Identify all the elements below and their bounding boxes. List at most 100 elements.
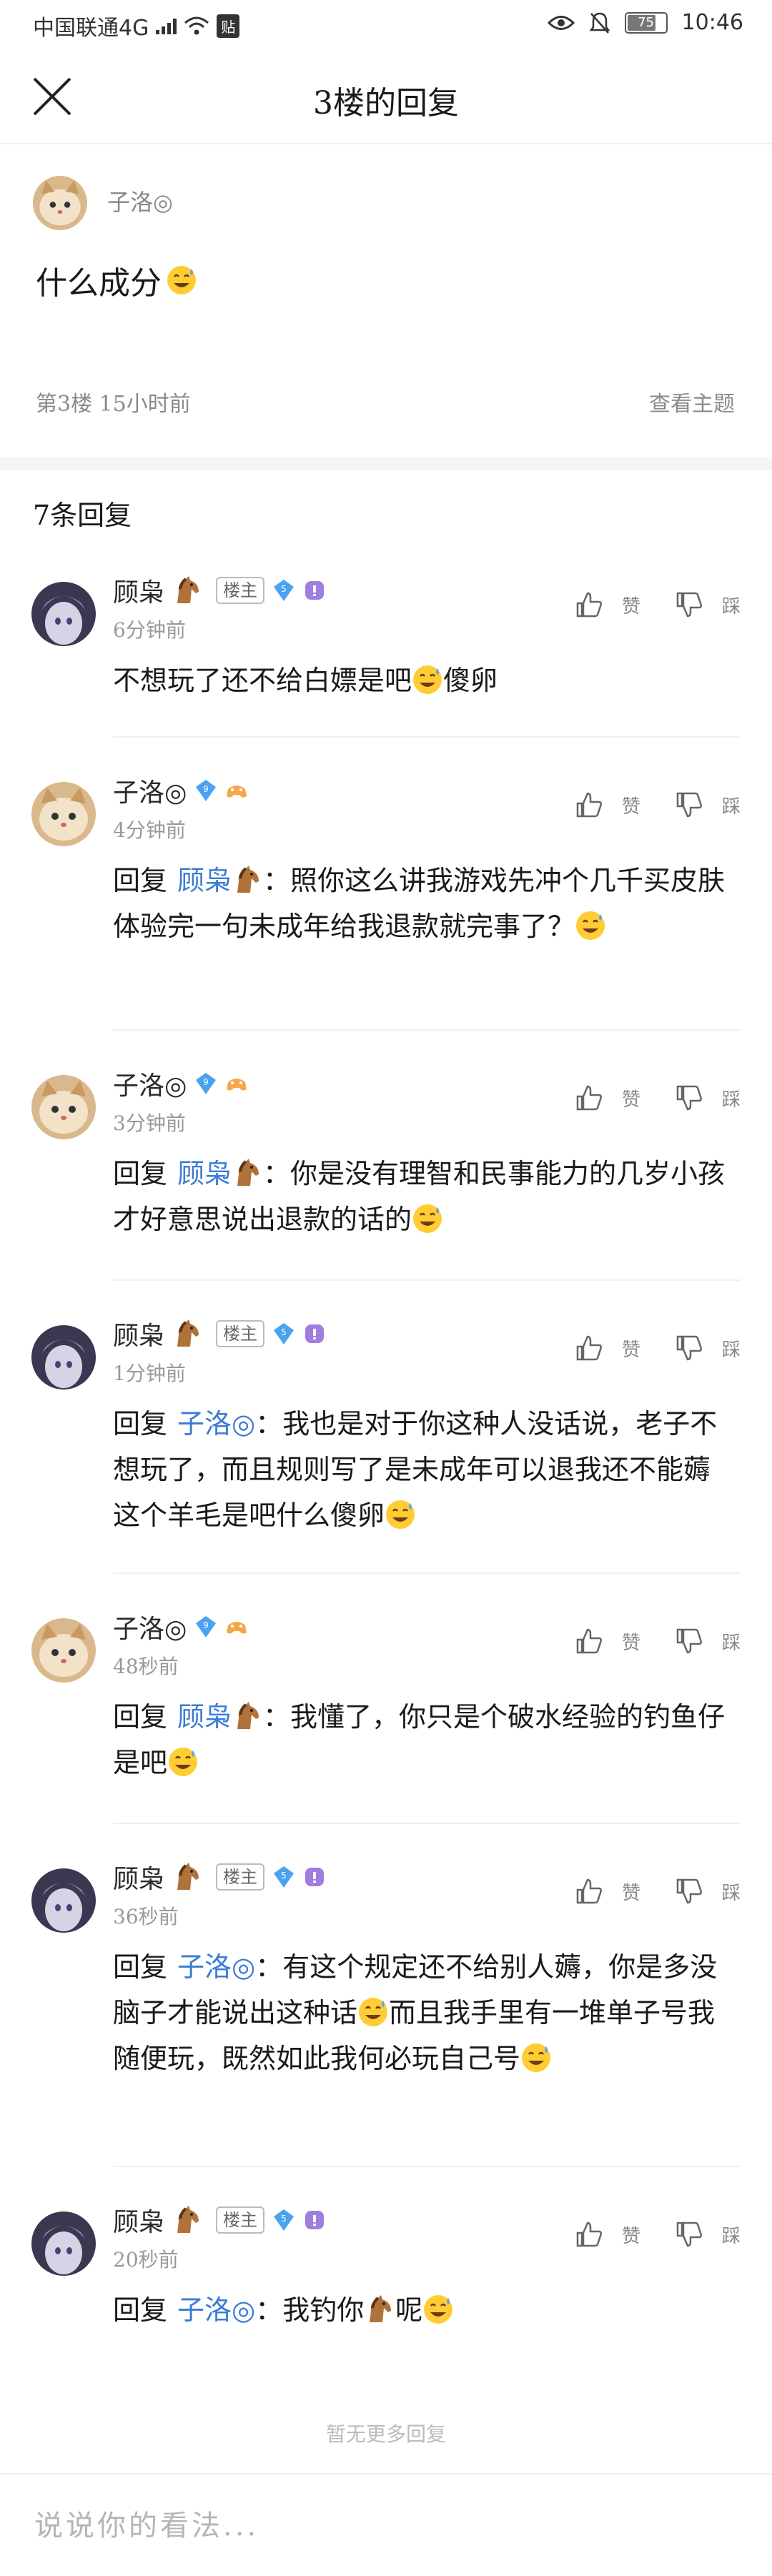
avatar-anime[interactable] bbox=[31, 1325, 96, 1389]
thumbs-down-icon bbox=[676, 592, 702, 618]
reply-text: 不想玩了还不给白嫖是吧 bbox=[113, 665, 412, 696]
avatar-cat[interactable] bbox=[33, 176, 87, 230]
avatar-cat[interactable] bbox=[31, 1618, 96, 1683]
reply-to-user[interactable]: 顾枭 bbox=[177, 1158, 232, 1189]
dislike-button[interactable]: 踩 bbox=[673, 1625, 741, 1657]
gamepad-badge-icon bbox=[227, 1079, 247, 1091]
thumbs-down-icon bbox=[676, 792, 702, 818]
owner-tag: 楼主 bbox=[216, 1863, 265, 1891]
reply-text-tail: 傻卵 bbox=[443, 665, 498, 696]
reply-username[interactable]: 顾枭 bbox=[113, 572, 164, 609]
thumbs-down-icon bbox=[676, 1628, 702, 1654]
reply-header: 顾枭 楼主 5 bbox=[113, 2201, 326, 2239]
thumbs-up-icon bbox=[576, 792, 602, 818]
like-label: 赞 bbox=[621, 1089, 640, 1111]
dislike-label: 踩 bbox=[721, 2225, 741, 2247]
post-username[interactable]: 子洛◎ bbox=[107, 184, 173, 217]
thumbs-up-icon bbox=[576, 1085, 602, 1111]
like-button[interactable]: 赞 bbox=[573, 1082, 640, 1114]
thumbs-up-icon bbox=[576, 2221, 602, 2247]
reply-time: 4分钟前 bbox=[113, 818, 186, 842]
reply-actions: 赞踩 bbox=[573, 1625, 741, 1657]
post-meta: 第3楼 15小时前 bbox=[36, 392, 191, 417]
reply-actions: 赞踩 bbox=[573, 789, 741, 821]
horse-emoji-icon bbox=[177, 1319, 199, 1347]
svg-text:5: 5 bbox=[281, 2214, 287, 2224]
level-badge-icon: 5 bbox=[274, 1866, 295, 1888]
reply-to-user[interactable]: 子洛◎ bbox=[177, 1951, 255, 1983]
avatar-anime[interactable] bbox=[31, 1868, 96, 1933]
like-button[interactable]: 赞 bbox=[573, 789, 640, 821]
view-topic-link[interactable]: 查看主题 bbox=[649, 386, 735, 417]
reply-time: 1分钟前 bbox=[113, 1362, 186, 1385]
reply-text-tail: 呢 bbox=[395, 2294, 423, 2326]
level-badge-icon: 9 bbox=[196, 1616, 217, 1638]
clock: 10:46 bbox=[681, 10, 743, 35]
reply-username[interactable]: 子洛◎ bbox=[113, 1065, 187, 1102]
avatar-cat[interactable] bbox=[31, 1075, 96, 1139]
sweat-smile-emoji-icon bbox=[576, 911, 605, 940]
thumbs-down-icon bbox=[676, 1878, 702, 1904]
like-button[interactable]: 赞 bbox=[573, 1332, 640, 1364]
reply-item: 顾枭 楼主 5 20秒前赞踩回复 子洛◎：我钓你呢 bbox=[0, 2201, 772, 2359]
reply-prefix: 回复 bbox=[113, 1408, 168, 1440]
reply-header: 子洛◎ 9 bbox=[113, 1065, 248, 1102]
reply-username[interactable]: 顾枭 bbox=[113, 1315, 164, 1352]
horse-emoji-icon bbox=[237, 866, 259, 893]
dislike-button[interactable]: 踩 bbox=[673, 1876, 741, 1907]
reply-username[interactable]: 子洛◎ bbox=[113, 1608, 187, 1645]
like-label: 赞 bbox=[621, 1882, 640, 1904]
avatar-anime[interactable] bbox=[31, 582, 96, 646]
reply-time: 36秒前 bbox=[113, 1905, 179, 1928]
like-label: 赞 bbox=[621, 2225, 640, 2247]
dislike-button[interactable]: 踩 bbox=[673, 1082, 741, 1114]
reply-to-user[interactable]: 子洛◎ bbox=[177, 2294, 255, 2326]
level-badge-icon: 9 bbox=[196, 780, 217, 801]
dislike-button[interactable]: 踩 bbox=[673, 1332, 741, 1364]
reply-username[interactable]: 子洛◎ bbox=[113, 772, 187, 809]
like-button[interactable]: 赞 bbox=[573, 1625, 640, 1657]
reply-body: 回复 顾枭 ：我懂了，你只是个破水经验的钓鱼仔是吧 bbox=[113, 1694, 728, 1785]
reply-username[interactable]: 顾枭 bbox=[113, 2201, 164, 2239]
reply-prefix: 回复 bbox=[113, 1951, 168, 1983]
reply-header: 顾枭 楼主 5 bbox=[113, 1315, 326, 1352]
dislike-button[interactable]: 踩 bbox=[673, 589, 741, 620]
like-button[interactable]: 赞 bbox=[573, 1876, 640, 1907]
nav-bar: 3楼的回复 bbox=[0, 57, 772, 144]
reply-header: 子洛◎ 9 bbox=[113, 1608, 248, 1645]
svg-text:5: 5 bbox=[281, 1871, 287, 1881]
like-button[interactable]: 赞 bbox=[573, 2219, 640, 2250]
level-badge-icon: 9 bbox=[196, 1073, 217, 1094]
thumbs-down-icon bbox=[676, 2221, 702, 2247]
reply-divider bbox=[113, 1572, 741, 1574]
member-badge-icon bbox=[305, 1324, 325, 1343]
sweat-smile-emoji-icon bbox=[424, 2295, 453, 2324]
avatar-cat[interactable] bbox=[31, 782, 96, 846]
sweat-smile-emoji-icon bbox=[522, 2044, 551, 2072]
reply-body: 回复 顾枭 ：照你这么讲我游戏先冲个几千买皮肤体验完一句未成年给我退款就完事了？ bbox=[113, 858, 728, 949]
no-more-replies: 暂无更多回复 bbox=[325, 2422, 446, 2446]
avatar-anime[interactable] bbox=[31, 2211, 96, 2276]
dislike-button[interactable]: 踩 bbox=[673, 2219, 741, 2250]
member-badge-icon bbox=[305, 581, 325, 600]
reply-to-user[interactable]: 顾枭 bbox=[177, 865, 232, 896]
reply-to-user[interactable]: 顾枭 bbox=[177, 1701, 232, 1733]
reply-item: 子洛◎ 9 48秒前赞踩回复 顾枭 ：我懂了，你只是个破水经验的钓鱼仔是吧 bbox=[0, 1608, 772, 1824]
member-badge-icon bbox=[305, 1868, 325, 1886]
reply-count: 7条回复 bbox=[33, 500, 132, 531]
eye-icon bbox=[547, 15, 575, 30]
comment-input[interactable] bbox=[33, 2500, 743, 2552]
dislike-label: 踩 bbox=[721, 796, 741, 818]
reply-to-user[interactable]: 子洛◎ bbox=[177, 1408, 255, 1440]
dislike-label: 踩 bbox=[721, 1089, 741, 1111]
svg-text:9: 9 bbox=[204, 1077, 209, 1087]
gamepad-badge-icon bbox=[227, 786, 247, 798]
reply-divider bbox=[113, 1823, 741, 1824]
dislike-button[interactable]: 踩 bbox=[673, 789, 741, 821]
dislike-label: 踩 bbox=[721, 1339, 741, 1361]
reply-username[interactable]: 顾枭 bbox=[113, 1858, 164, 1896]
reply-divider bbox=[113, 2166, 741, 2167]
signal-icon bbox=[156, 17, 177, 34]
like-button[interactable]: 赞 bbox=[573, 589, 640, 620]
gamepad-badge-icon bbox=[227, 1622, 247, 1634]
